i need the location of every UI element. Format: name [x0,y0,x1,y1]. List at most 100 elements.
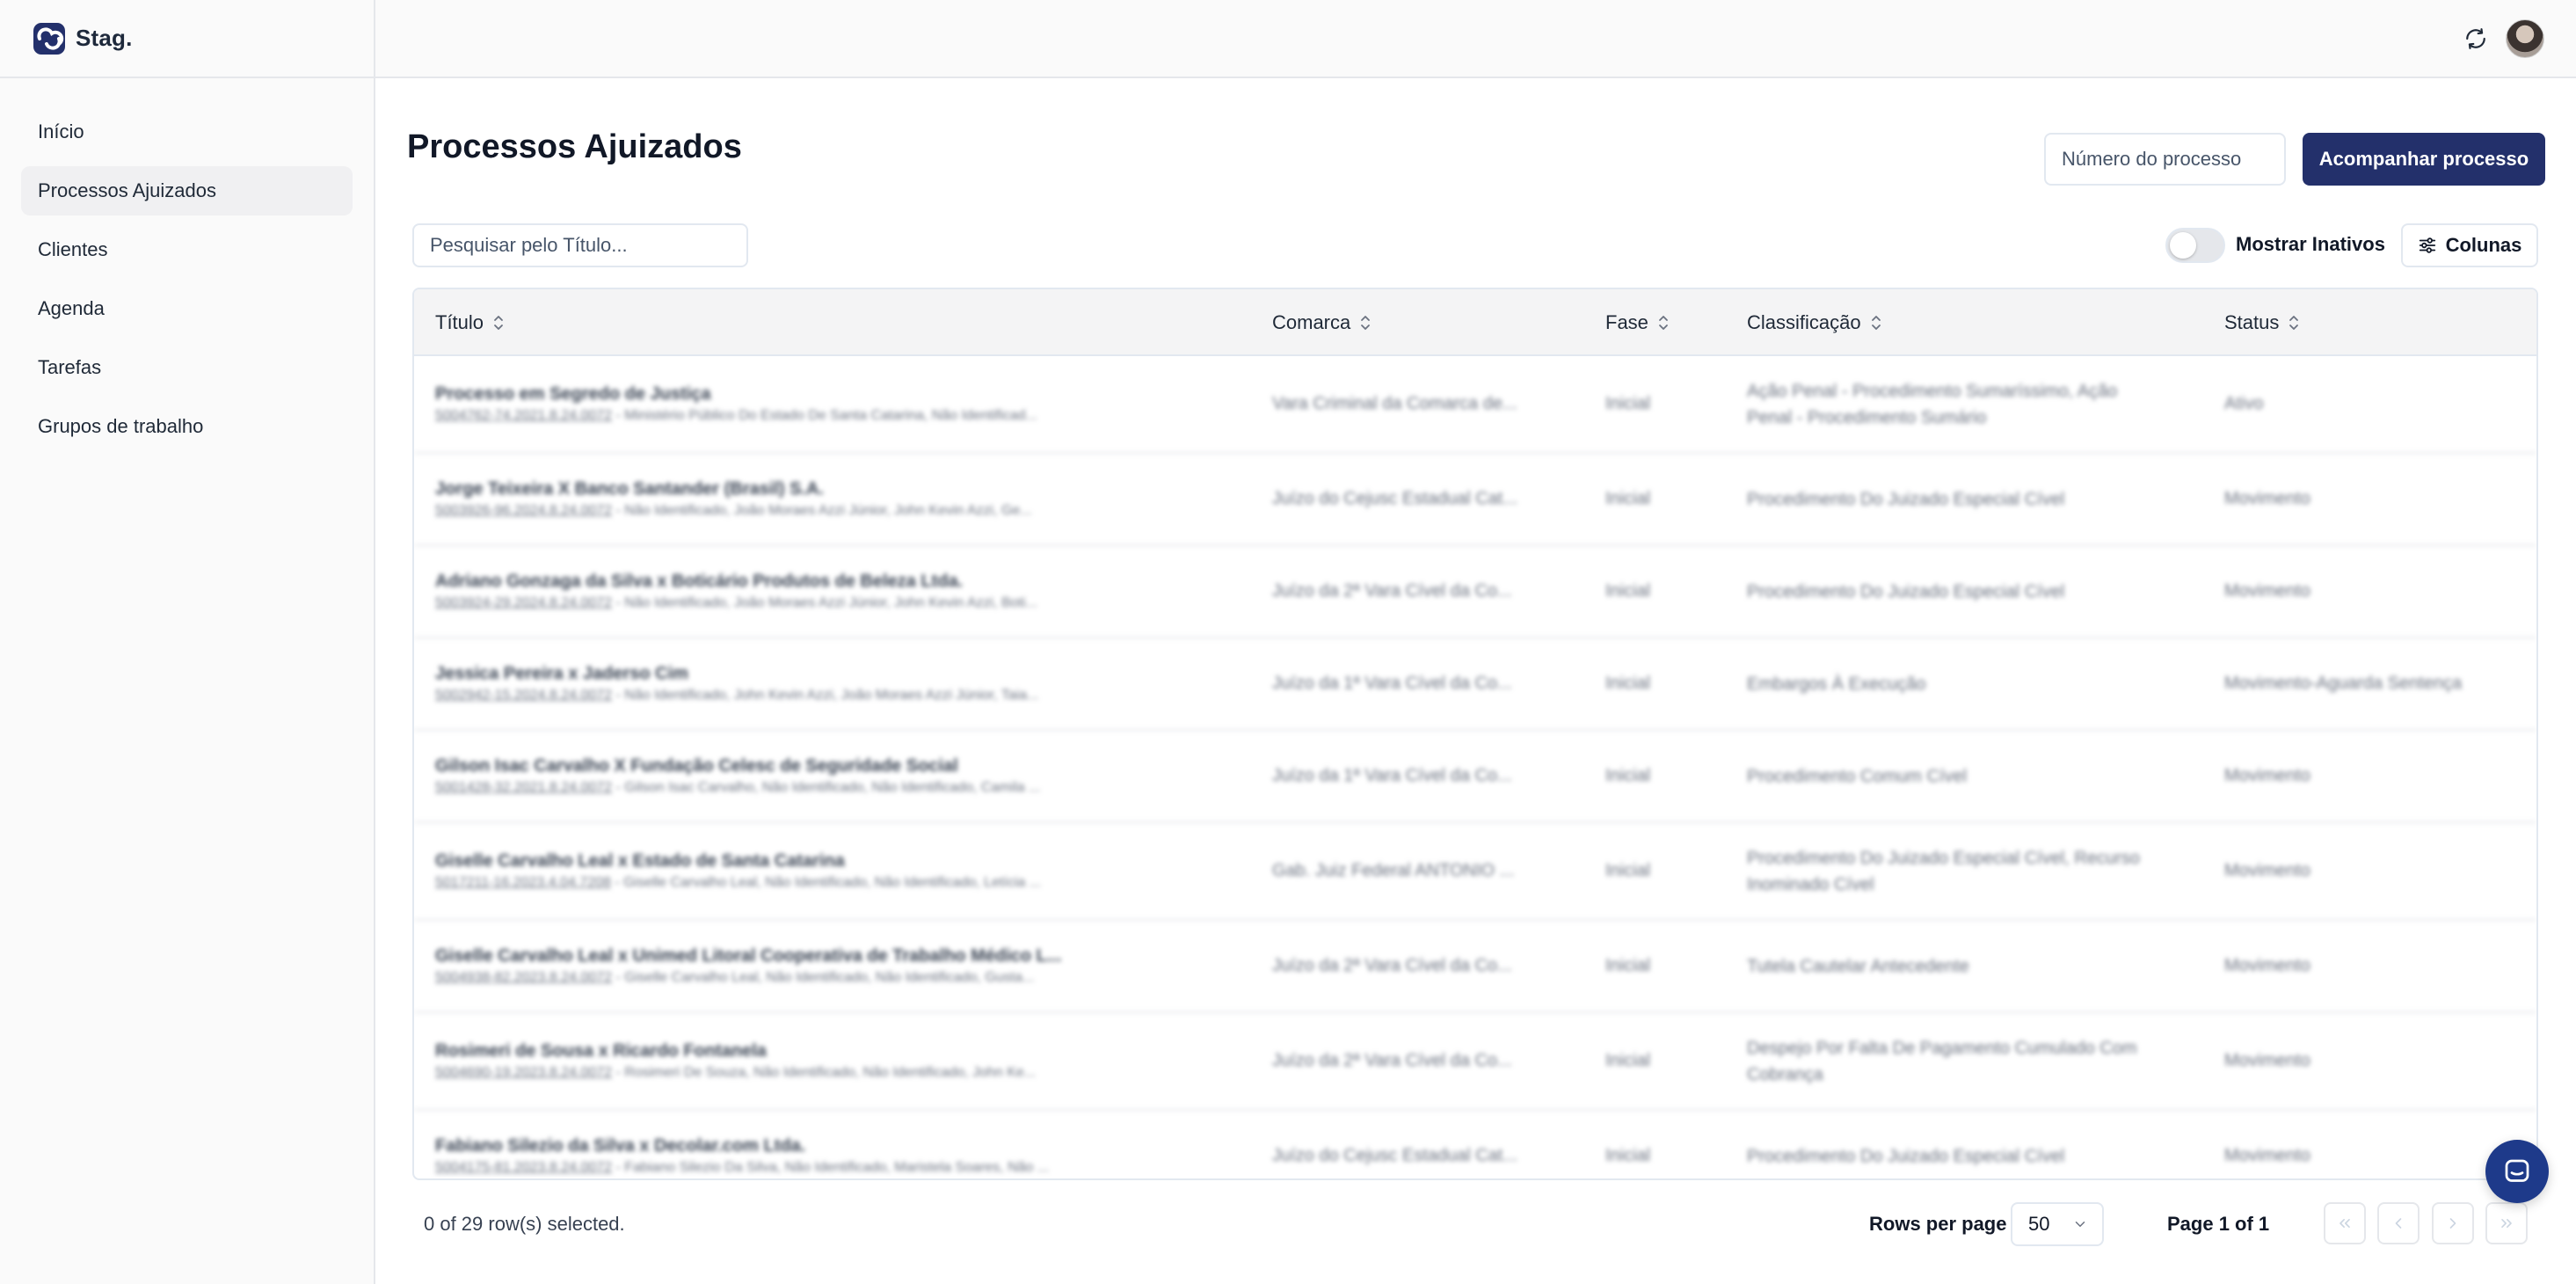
parties-text: - Não Identificado, João Moraes Azzi Jún… [612,503,1032,518]
brand-name: Stag. [76,25,133,51]
table-row[interactable]: Adriano Gonzaga da Silva x Boticário Pro… [414,546,2536,638]
process-number-link[interactable]: 5004938-82.2023.8.24.0072 [435,970,612,985]
column-header-classificacao[interactable]: Classificação [1747,289,1882,356]
rows-per-page-label: Rows per page [1869,1213,2007,1235]
table-row[interactable]: Giselle Carvalho Leal x Unimed Litoral C… [414,921,2536,1013]
classificacao-text: Ação Penal - Procedimento Sumaríssimo, A… [1747,381,2118,427]
cell-fase: Inicial [1605,731,1711,821]
table-row[interactable]: Jessica Pereira x Jaderso Cim 5002942-15… [414,638,2536,731]
cell-title: Fabiano Silezio da Silva x Decolar.com L… [435,1111,1226,1178]
table-row[interactable]: Fabiano Silezio da Silva x Decolar.com L… [414,1111,2536,1178]
page-indicator: Page 1 of 1 [2167,1213,2270,1235]
brand[interactable]: Stag. [0,0,374,78]
status-text: Movimento [2224,956,2310,975]
cell-classificacao: Ação Penal - Procedimento Sumaríssimo, A… [1747,356,2151,452]
page-title: Processos Ajuizados [407,128,742,165]
column-header-label: Classificação [1747,311,1861,333]
toggle-knob [2170,232,2196,259]
cell-fase: Inicial [1605,1111,1711,1178]
table-row[interactable]: Processo em Segredo de Justiça 5004762-7… [414,356,2536,454]
process-number-link[interactable]: 5004762-74.2021.8.24.0072 [435,408,612,423]
process-title[interactable]: Rosimeri de Sousa x Ricardo Fontanela [435,1041,1226,1061]
process-title[interactable]: Giselle Carvalho Leal x Unimed Litoral C… [435,946,1226,967]
previous-page-button[interactable] [2377,1202,2420,1244]
fase-text: Inicial [1605,1051,1651,1070]
process-title[interactable]: Gilson Isac Carvalho X Fundação Celesc d… [435,756,1226,777]
process-title[interactable]: Adriano Gonzaga da Silva x Boticário Pro… [435,572,1226,592]
cell-title: Giselle Carvalho Leal x Unimed Litoral C… [435,921,1226,1011]
process-number-link[interactable]: 5004175-81.2023.8.24.0072 [435,1160,612,1175]
column-header-fase[interactable]: Fase [1605,289,1670,356]
user-avatar[interactable] [2506,19,2544,58]
last-page-button[interactable] [2485,1202,2528,1244]
cell-title: Giselle Carvalho Leal x Estado de Santa … [435,823,1226,919]
cell-classificacao: Despejo Por Falta De Pagamento Cumulado … [1747,1013,2151,1109]
chevron-down-icon [2075,1222,2085,1227]
cell-status: Movimento [2224,546,2523,637]
comarca-text: Juízo da 1ª Vara Cível da Co... [1272,766,1512,785]
refresh-icon [2466,28,2485,49]
process-parties: 5003926-96.2024.8.24.0072 - Não Identifi… [435,503,1226,519]
sliders-icon [2419,237,2435,253]
cell-fase: Inicial [1605,356,1711,452]
process-number-link[interactable]: 5017211-16.2023.4.04.7208 [435,875,611,890]
process-number-link[interactable]: 5001428-32.2021.8.24.0072 [435,780,612,795]
fase-text: Inicial [1605,581,1651,601]
top-bar [375,0,2576,78]
process-title[interactable]: Processo em Segredo de Justiça [435,384,1226,405]
fase-text: Inicial [1605,394,1651,413]
process-number-link[interactable]: 5004690-19.2023.8.24.0072 [435,1065,612,1080]
process-title[interactable]: Giselle Carvalho Leal x Estado de Santa … [435,851,1226,872]
first-page-button[interactable] [2324,1202,2366,1244]
sidebar-item-agenda[interactable]: Agenda [21,284,353,333]
process-parties: 5004938-82.2023.8.24.0072 - Giselle Carv… [435,970,1226,986]
cell-classificacao: Procedimento Comum Cível [1747,731,2151,821]
sidebar-item-grupos-de-trabalho[interactable]: Grupos de trabalho [21,402,353,451]
process-title[interactable]: Jorge Teixeira X Banco Santander (Brasil… [435,479,1226,500]
parties-text: - Giselle Carvalho Leal, Não Identificad… [612,970,1035,985]
process-number-link[interactable]: 5002942-15.2024.8.24.0072 [435,688,612,703]
cell-fase: Inicial [1605,921,1711,1011]
table-row[interactable]: Rosimeri de Sousa x Ricardo Fontanela 50… [414,1013,2536,1111]
sidebar-item-inicio[interactable]: Início [21,107,353,157]
sidebar-item-processos-ajuizados[interactable]: Processos Ajuizados [21,166,353,215]
cell-comarca: Juízo da 2ª Vara Cível da Co... [1272,921,1562,1011]
chat-support-button[interactable] [2485,1140,2549,1203]
parties-text: - Ministério Público Do Estado De Santa … [612,408,1037,423]
refresh-button[interactable] [2461,24,2491,54]
comarca-text: Gab. Juiz Federal ANTONIO ... [1272,861,1515,880]
chevrons-left-icon [2340,1219,2350,1228]
process-title[interactable]: Fabiano Silezio da Silva x Decolar.com L… [435,1136,1226,1156]
process-number-link[interactable]: 5003924-29.2024.8.24.0072 [435,595,612,610]
comarca-text: Juízo da 2ª Vara Cível da Co... [1272,956,1512,975]
cell-fase: Inicial [1605,454,1711,544]
cell-status: Movimento [2224,1013,2523,1109]
column-header-comarca[interactable]: Comarca [1272,289,1372,356]
column-header-titulo[interactable]: Título [435,289,505,356]
parties-text: - Gilson Isac Carvalho, Não Identificado… [612,780,1041,795]
next-page-button[interactable] [2432,1202,2474,1244]
sidebar-item-clientes[interactable]: Clientes [21,225,353,274]
process-parties: 5002942-15.2024.8.24.0072 - Não Identifi… [435,688,1226,704]
fase-text: Inicial [1605,861,1651,880]
show-inactive-toggle[interactable] [2165,228,2225,263]
column-header-status[interactable]: Status [2224,289,2300,356]
columns-button[interactable]: Colunas [2401,223,2538,267]
cell-classificacao: Procedimento Do Juizado Especial Cível [1747,546,2151,637]
process-number-link[interactable]: 5003926-96.2024.8.24.0072 [435,503,612,518]
comarca-text: Vara Criminal da Comarca de... [1272,394,1517,413]
title-search-input[interactable] [412,223,748,267]
table-row[interactable]: Gilson Isac Carvalho X Fundação Celesc d… [414,731,2536,823]
table-row[interactable]: Jorge Teixeira X Banco Santander (Brasil… [414,454,2536,546]
sort-icon [1871,316,1881,330]
column-header-label: Fase [1605,311,1648,333]
cell-comarca: Juízo do Cejusc Estadual Cat... [1272,454,1562,544]
follow-process-button[interactable]: Acompanhar processo [2303,133,2545,186]
sidebar-item-tarefas[interactable]: Tarefas [21,343,353,392]
process-title[interactable]: Jessica Pereira x Jaderso Cim [435,664,1226,684]
status-text: Movimento [2224,766,2310,785]
cell-status: Movimento [2224,921,2523,1011]
process-number-input[interactable] [2044,133,2286,186]
rows-per-page-select[interactable]: 50 [2011,1202,2104,1246]
table-row[interactable]: Giselle Carvalho Leal x Estado de Santa … [414,823,2536,921]
